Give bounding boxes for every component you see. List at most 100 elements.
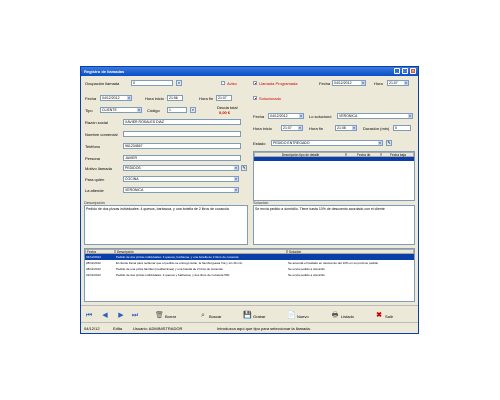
solucion-hora-fin-label: Hora fin [309,126,324,131]
chevron-down-icon[interactable]: ▾ [404,81,408,85]
edit-icon[interactable]: ✎ [386,140,392,146]
solucionado-fecha-input[interactable]: 04/12/2012 ▾ [268,113,304,119]
estado-select[interactable]: PEDIDO ENTREGADO ▾ [271,140,383,146]
hora-fin-label: Hora fin [199,96,214,101]
first-icon: ⏮ [85,312,93,319]
history-grid[interactable]: Fecha Descripción Solución 04/12/2012 Pe… [84,248,415,302]
chevron-down-icon[interactable]: ▾ [127,96,131,100]
nuevo-button[interactable]: 📄 Nuevo [287,310,317,322]
last-record-button[interactable]: ⏭ [131,310,139,322]
atiende-value: VERONICA [125,188,144,192]
buscar-button[interactable]: ⌕ Buscar [199,310,229,322]
programada-fecha-label: Fecha [319,81,331,86]
title-bar: Registro de llamadas _ □ × [81,67,418,76]
razon-input[interactable]: XAVIER ROSALES DIAZ [123,119,241,125]
solucion-hora-inicio-input[interactable]: 21:07 ▾ [281,125,303,131]
exit-icon: ✖ [376,312,382,319]
row-solucion: Se envía pedido a domicilio [288,273,325,277]
descripcion-textarea[interactable]: Pedido de dos pizzas individuales: 4 que… [84,205,248,245]
solucion-textarea[interactable]: Se envía pedido a domicilio. Tiene hasta… [253,205,415,245]
print-icon: 🖶 [331,312,339,319]
deuda-value: 0,00 € [219,110,231,115]
edit-icon[interactable]: ✎ [241,165,247,171]
detalle-grid[interactable]: Descripción tipo de detalle Fecha últ. F… [253,151,415,201]
aviso-checkbox[interactable] [221,81,225,85]
chevron-down-icon[interactable]: ▾ [378,141,382,145]
table-row[interactable]: 22/11/2012 Pedido de dos pizzas individu… [85,272,414,278]
programada-hora-value: 21:07 [389,81,398,85]
duracion-input[interactable]: 0 [393,125,411,131]
chevron-down-icon[interactable]: ▾ [234,188,238,192]
salir-button[interactable]: ✖ Salir [375,310,405,322]
minimize-icon[interactable]: _ [394,68,400,74]
ocupacion-label: Ocupación llamada [85,81,120,86]
close-icon[interactable]: × [410,68,416,74]
trash-icon: 🗑 [155,312,164,319]
previous-icon: ◀ [102,312,108,319]
motivo-value: PEDIDOS [125,166,141,170]
solucion-hora-fin-input[interactable]: 21:08 ▾ [335,125,357,131]
listado-button[interactable]: 🖶 Listado [331,310,361,322]
chevron-down-icon[interactable]: ▾ [408,114,412,118]
chevron-down-icon[interactable]: ▾ [137,108,141,112]
solucionado-label: Solucionado [259,96,282,101]
hora-fin-input[interactable]: 21:07 [216,95,232,101]
first-record-button[interactable]: ⏮ [85,310,93,322]
solucion-hora-inicio-label: Hora inicio [253,126,272,131]
fecha-input[interactable]: 04/12/2012 ▾ [100,95,132,101]
soluciono-select[interactable]: VERONICA ▾ [337,113,413,119]
para-select[interactable]: COCINA ▾ [123,176,239,182]
search-icon[interactable]: ⌕ [190,107,196,113]
motivo-label: Motivo llamada [85,166,112,171]
razon-label: Razón social [85,120,108,125]
chevron-down-icon[interactable]: ▾ [298,126,302,130]
chevron-down-icon[interactable]: ▾ [299,114,303,118]
atiende-label: La atiende [85,188,104,193]
nombre-input[interactable] [123,131,241,137]
telefono-input[interactable]: 961234567 [123,143,241,149]
detalle-selected-row[interactable] [254,157,414,161]
chevron-down-icon[interactable]: ▾ [361,81,365,85]
tipo-select[interactable]: CLIENTE ▾ [100,107,142,113]
llamada-programada-label: Llamada Programada [259,81,298,86]
llamada-programada-checkbox[interactable] [253,81,257,85]
status-mensaje: Introduzca aquí que tipo para selecciona… [217,326,311,331]
codigo-label: Código [147,108,160,113]
persona-label: Persona [85,156,100,161]
atiende-select[interactable]: VERONICA ▾ [123,187,239,193]
ocupacion-input[interactable]: 0 [131,80,173,86]
hora-inicio-label: Hora inicio [145,96,164,101]
status-modo: Edita [113,326,123,331]
search-icon: ⌕ [201,312,205,319]
chevron-down-icon[interactable]: ▾ [352,126,356,130]
solucionado-fecha-value: 04/12/2012 [270,114,288,118]
programada-hora-input[interactable]: 21:07 ▾ [387,80,409,86]
solucion-hora-fin-value: 21:08 [337,126,346,130]
aviso-label: Aviso [227,81,237,86]
borrar-button[interactable]: 🗑 Borrar [155,310,185,322]
hora-inicio-input[interactable]: 21:56 [167,95,183,101]
search-icon[interactable]: ⌕ [176,80,182,86]
tipo-label: Tipo [85,108,93,113]
programada-hora-label: Hora [374,81,383,86]
previous-record-button[interactable]: ◀ [101,310,109,322]
para-label: Para quién [85,177,105,182]
chevron-down-icon[interactable]: ▾ [234,166,238,170]
motivo-select[interactable]: PEDIDOS ▾ [123,165,239,171]
chevron-down-icon[interactable]: ▾ [234,177,238,181]
soluciono-value: VERONICA [339,114,358,118]
duracion-label: Duración (min) [363,126,390,131]
next-record-button[interactable]: ▶ [117,310,125,322]
salir-label: Salir [385,314,394,319]
programada-fecha-input[interactable]: 04/12/2012 ▾ [332,80,366,86]
status-usuario: Usuario: ADMINISTRADOR [133,326,183,331]
listado-label: Listado [341,314,354,319]
solucionado-checkbox[interactable] [253,96,257,100]
solucion-hora-inicio-value: 21:07 [283,126,292,130]
persona-input[interactable]: JAVIER [123,155,241,161]
codigo-input[interactable]: 1 [167,107,187,113]
nuevo-label: Nuevo [297,314,309,319]
maximize-icon[interactable]: □ [402,68,408,74]
telefono-label: Teléfono [85,144,101,149]
grabar-button[interactable]: 💾 Grabar [243,310,273,322]
